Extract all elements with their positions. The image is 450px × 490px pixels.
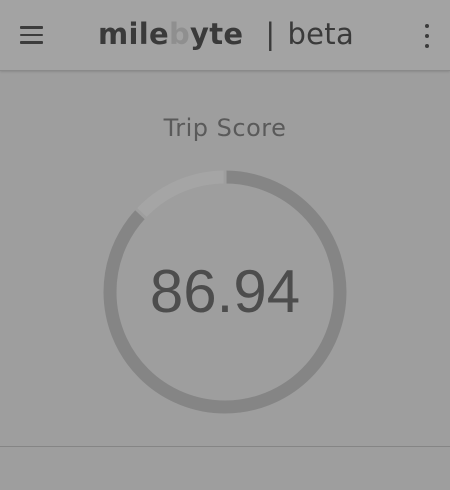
brand-name: milebyte — [98, 17, 243, 51]
hamburger-menu-icon[interactable] — [20, 22, 50, 48]
menu-bar-middle — [20, 33, 43, 37]
menu-bar-bottom — [20, 41, 43, 44]
more-dot-2 — [425, 34, 429, 38]
bottom-divider — [0, 446, 450, 447]
brand-name-part2: yte — [190, 17, 244, 51]
more-vertical-icon[interactable] — [421, 24, 433, 48]
trip-score-value: 86.94 — [149, 258, 301, 325]
brand-separator: | — [265, 17, 276, 51]
more-dot-3 — [425, 44, 429, 48]
brand-name-faded-letter: b — [168, 17, 191, 51]
more-dot-1 — [425, 24, 429, 28]
brand-beta-label: beta — [287, 17, 355, 51]
trip-score-title: Trip Score — [163, 114, 287, 142]
brand-name-part1: mile — [98, 17, 169, 51]
app-bar: milebyte | beta — [0, 0, 450, 71]
brand-logo: milebyte | beta — [98, 14, 354, 54]
menu-bar-top — [20, 26, 43, 29]
